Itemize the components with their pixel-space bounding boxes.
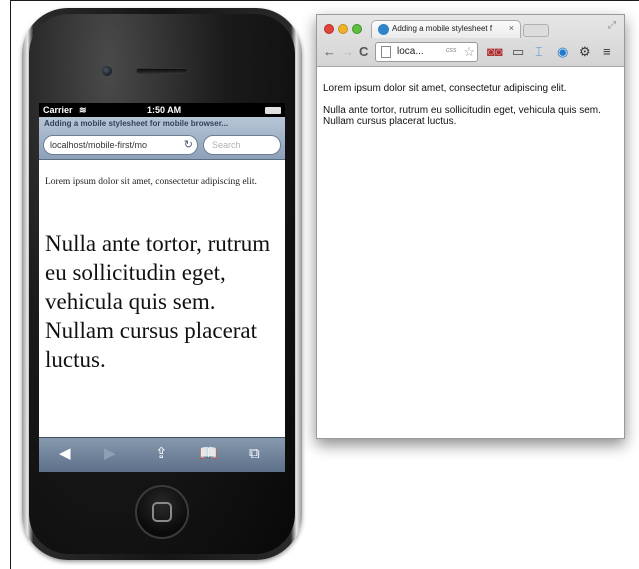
share-icon[interactable]: ⇪ [155,445,168,463]
speaker-grille [136,68,188,74]
url-text: localhost/mobile-first/mo [50,140,148,150]
home-square-icon [152,502,172,522]
bookmarks-icon[interactable]: 📖 [199,445,218,463]
reload-icon[interactable]: ↻ [181,136,193,154]
safari-address-bar: Adding a mobile stylesheet for mobile br… [39,117,285,160]
css-badge: css [446,47,457,54]
status-bar: Carrier ≋ 1:50 AM [39,103,285,117]
forward-arrow-icon[interactable]: ▶ [104,445,116,463]
browser-tab[interactable]: Adding a mobile stylesheet f × [371,20,521,38]
desktop-page-content: Lorem ipsum dolor sit amet, consectetur … [323,83,619,138]
iphone-screen: Carrier ≋ 1:50 AM Adding a mobile styles… [39,103,285,472]
chrome-window: Adding a mobile stylesheet f × ⤢ ← → C l… [316,14,625,439]
home-button[interactable] [135,485,189,539]
tab-close-icon[interactable]: × [509,23,514,33]
carrier-label: Carrier [43,105,73,115]
safari-toolbar: ◀ ▶ ⇪ 📖 ⧉ [39,437,285,472]
navigation-row: ← → C loca... css ☆ ◙◙ ▭ ⌶ ◉ ⚙ ≡ [317,39,624,66]
zoom-window-button[interactable] [352,24,362,34]
desktop-paragraph-2: Nulla ante tortor, rutrum eu sollicitudi… [323,105,601,127]
chrome-toolbar: Adding a mobile stylesheet f × ⤢ ← → C l… [317,15,624,67]
menu-icon[interactable]: ≡ [603,44,611,60]
favicon-icon [378,24,389,35]
omnibox[interactable]: loca... css ☆ [375,42,478,62]
page-icon [381,46,391,58]
desktop-paragraph-1: Lorem ipsum dolor sit amet, consectetur … [323,83,567,94]
close-window-button[interactable] [324,24,334,34]
battery-icon [265,107,281,114]
reload-icon[interactable]: C [359,44,368,60]
search-input[interactable]: Search [203,135,281,155]
circle-extension-icon[interactable]: ◉ [557,44,568,60]
gear-icon[interactable]: ⚙ [579,44,591,60]
tab-title: Adding a mobile stylesheet f [392,24,493,33]
back-arrow-icon[interactable]: ◀ [59,445,71,463]
forward-icon[interactable]: → [341,44,354,60]
new-tab-button[interactable] [523,24,549,37]
tabs-icon[interactable]: ⧉ [249,445,260,463]
camera-icon [102,66,112,76]
mobile-paragraph-small: Lorem ipsum dolor sit amet, consectetur … [45,177,257,187]
ruler-extension-icon[interactable]: ▭ [512,44,524,60]
mobile-paragraph-large: Nulla ante tortor, rutrum eu sollicitudi… [45,231,271,372]
glasses-extension-icon[interactable]: ◙◙ [487,44,503,60]
page-title: Adding a mobile stylesheet for mobile br… [44,119,229,128]
resize-extension-icon[interactable]: ⌶ [535,44,543,60]
back-icon[interactable]: ← [323,44,336,60]
bookmark-star-icon[interactable]: ☆ [463,44,475,60]
wifi-icon: ≋ [79,105,87,115]
minimize-window-button[interactable] [338,24,348,34]
omnibox-url: loca... [397,46,424,57]
status-time: 1:50 AM [147,105,182,115]
url-field[interactable]: localhost/mobile-first/mo ↻ [43,135,198,155]
fullscreen-icon[interactable]: ⤢ [608,20,616,31]
